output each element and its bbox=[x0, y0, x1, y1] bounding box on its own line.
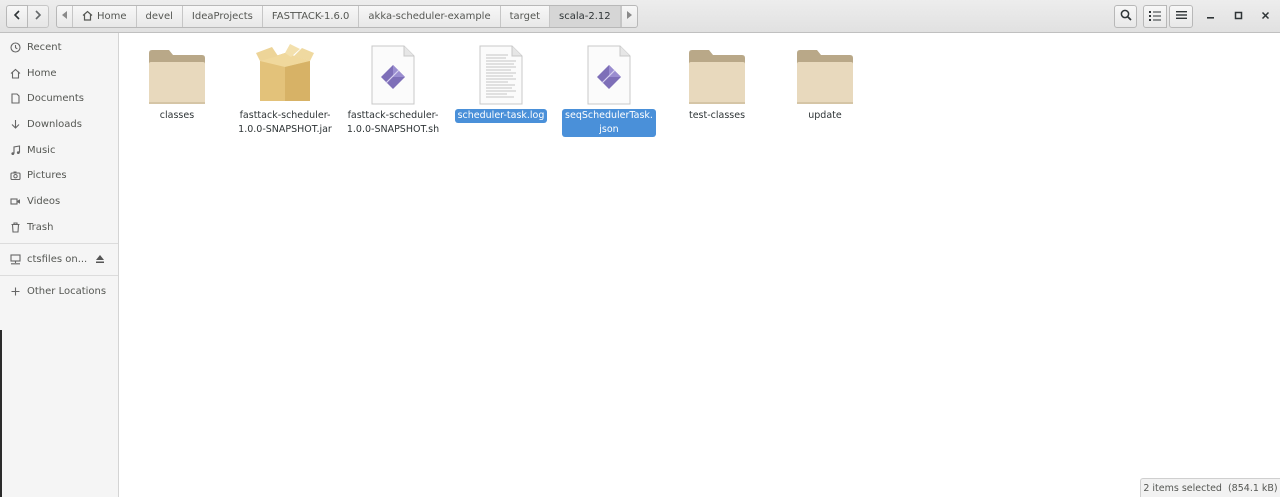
back-button[interactable] bbox=[6, 5, 28, 28]
sidebar: Recent Home Documents Downloads Music Pi… bbox=[0, 33, 119, 497]
script-file-icon bbox=[577, 41, 641, 105]
breadcrumb-akka-scheduler-example[interactable]: akka-scheduler-example bbox=[359, 6, 501, 27]
eject-icon bbox=[95, 255, 105, 267]
breadcrumb-label: FASTTACK-1.6.0 bbox=[271, 11, 350, 22]
sidebar-item-videos[interactable]: Videos bbox=[0, 189, 118, 213]
sidebar-item-label: Documents bbox=[27, 92, 85, 104]
folder-icon bbox=[145, 41, 209, 105]
home-icon bbox=[10, 68, 21, 79]
breadcrumb-target[interactable]: target bbox=[501, 6, 551, 27]
sidebar-item-label: ctsfiles on... bbox=[27, 253, 88, 265]
file-item[interactable]: fasttack-scheduler- 1.0.0-SNAPSHOT.sh bbox=[343, 41, 443, 137]
chevron-right-icon bbox=[34, 10, 42, 23]
file-name: fasttack-scheduler- 1.0.0-SNAPSHOT.sh bbox=[346, 110, 440, 135]
folder-icon bbox=[793, 41, 857, 105]
camera-icon bbox=[10, 170, 21, 181]
breadcrumb-scroll-left[interactable] bbox=[57, 6, 73, 27]
breadcrumb-label: akka-scheduler-example bbox=[368, 11, 491, 22]
sidebar-divider bbox=[0, 275, 118, 276]
breadcrumb-devel[interactable]: devel bbox=[137, 6, 183, 27]
maximize-button[interactable] bbox=[1232, 10, 1245, 23]
close-icon bbox=[1261, 11, 1270, 23]
breadcrumb-home[interactable]: Home bbox=[73, 6, 137, 27]
maximize-icon bbox=[1234, 11, 1243, 23]
triangle-left-icon bbox=[61, 11, 68, 22]
breadcrumb-label: target bbox=[509, 11, 541, 22]
script-file-icon bbox=[361, 41, 425, 105]
file-name: seqSchedulerTask. json bbox=[562, 109, 656, 137]
triangle-right-icon bbox=[626, 11, 633, 22]
menu-button[interactable] bbox=[1169, 5, 1193, 28]
breadcrumb-fasttack[interactable]: FASTTACK-1.6.0 bbox=[263, 6, 360, 27]
search-icon bbox=[1120, 9, 1132, 24]
hamburger-icon bbox=[1175, 10, 1187, 23]
file-item[interactable]: scheduler-task.log bbox=[451, 41, 551, 123]
status-text: 2 items selected (854.1 kB) bbox=[1143, 482, 1278, 494]
sidebar-item-label: Music bbox=[27, 144, 56, 156]
file-name: scheduler-task.log bbox=[454, 109, 548, 123]
breadcrumb-ideaprojects[interactable]: IdeaProjects bbox=[183, 6, 263, 27]
close-button[interactable] bbox=[1259, 10, 1272, 23]
file-name: fasttack-scheduler- 1.0.0-SNAPSHOT.jar bbox=[238, 110, 332, 135]
file-name: update bbox=[808, 110, 842, 121]
selection-status: 2 items selected (854.1 kB) bbox=[1140, 478, 1280, 497]
sidebar-item-label: Home bbox=[27, 67, 57, 79]
breadcrumb-scroll-right[interactable] bbox=[620, 6, 637, 27]
breadcrumb-label: devel bbox=[145, 11, 173, 22]
breadcrumb-scala[interactable]: scala-2.12 bbox=[550, 6, 621, 27]
sidebar-item-label: Other Locations bbox=[27, 285, 107, 297]
search-button[interactable] bbox=[1114, 5, 1137, 28]
breadcrumb-label: Home bbox=[97, 11, 127, 22]
view-options-button[interactable] bbox=[1143, 5, 1167, 28]
video-icon bbox=[10, 196, 21, 207]
list-view-icon bbox=[1149, 10, 1161, 24]
text-file-icon bbox=[469, 41, 533, 105]
file-item[interactable]: update bbox=[775, 41, 875, 123]
sidebar-divider bbox=[0, 243, 118, 244]
forward-button[interactable] bbox=[27, 5, 49, 28]
chevron-left-icon bbox=[13, 10, 21, 23]
sidebar-item-label: Trash bbox=[27, 221, 54, 233]
file-item[interactable]: test-classes bbox=[667, 41, 767, 123]
sidebar-item-home[interactable]: Home bbox=[0, 61, 118, 85]
file-item[interactable]: fasttack-scheduler- 1.0.0-SNAPSHOT.jar bbox=[235, 41, 335, 137]
trash-icon bbox=[10, 221, 21, 233]
document-icon bbox=[10, 92, 21, 104]
clock-icon bbox=[10, 41, 21, 53]
music-icon bbox=[10, 144, 21, 156]
sidebar-item-pictures[interactable]: Pictures bbox=[0, 163, 118, 187]
package-icon bbox=[253, 41, 317, 105]
sidebar-item-label: Downloads bbox=[27, 118, 82, 130]
minimize-icon bbox=[1206, 11, 1215, 23]
home-icon bbox=[82, 10, 93, 24]
network-drive-icon bbox=[10, 253, 21, 265]
breadcrumb: Home devel IdeaProjects FASTTACK-1.6.0 a… bbox=[56, 5, 638, 28]
minimize-button[interactable] bbox=[1204, 10, 1217, 23]
file-name: classes bbox=[159, 110, 195, 121]
sidebar-item-label: Pictures bbox=[27, 169, 67, 181]
sidebar-item-label: Recent bbox=[27, 41, 62, 53]
header-bar: Home devel IdeaProjects FASTTACK-1.6.0 a… bbox=[0, 0, 1280, 33]
sidebar-item-other-locations[interactable]: Other Locations bbox=[0, 279, 118, 303]
folder-icon bbox=[685, 41, 749, 105]
sidebar-item-documents[interactable]: Documents bbox=[0, 86, 118, 110]
sidebar-item-recent[interactable]: Recent bbox=[0, 35, 118, 59]
window-edge bbox=[0, 330, 2, 497]
sidebar-item-trash[interactable]: Trash bbox=[0, 215, 118, 239]
file-item[interactable]: classes bbox=[127, 41, 227, 123]
file-grid: classes fasttack-scheduler- 1.0.0-SNAPSH… bbox=[119, 33, 1280, 497]
file-name: test-classes bbox=[688, 110, 746, 121]
breadcrumb-label: scala-2.12 bbox=[559, 11, 611, 22]
sidebar-item-music[interactable]: Music bbox=[0, 138, 118, 162]
file-item[interactable]: seqSchedulerTask. json bbox=[559, 41, 659, 137]
eject-button[interactable] bbox=[95, 254, 105, 264]
download-icon bbox=[10, 119, 21, 130]
breadcrumb-label: IdeaProjects bbox=[191, 11, 253, 22]
plus-icon bbox=[10, 286, 21, 297]
sidebar-item-label: Videos bbox=[27, 195, 61, 207]
sidebar-item-downloads[interactable]: Downloads bbox=[0, 112, 118, 136]
